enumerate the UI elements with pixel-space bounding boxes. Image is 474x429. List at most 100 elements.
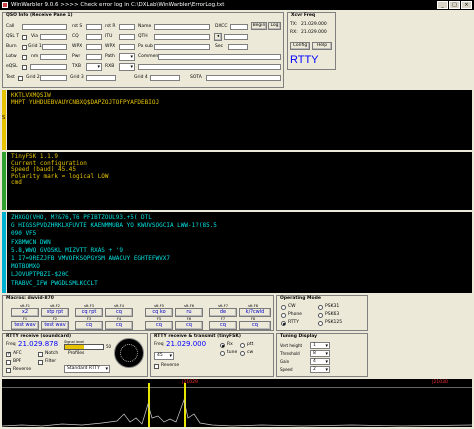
tuning-vert-height-select[interactable]: 1 (310, 342, 330, 349)
transmit-pane[interactable]: KKTLVXMQSIW MHPT YUHDUEBVAUYCNBXQ$DAPZOJ… (7, 90, 472, 150)
mode-psk63-radio[interactable] (318, 313, 323, 318)
macro-button-5[interactable]: cq ko (145, 308, 173, 317)
minimize-button[interactable]: _ (437, 1, 448, 9)
macro-button-16[interactable]: cq (239, 321, 271, 330)
mode-psk31-label: PSK31 (325, 304, 340, 309)
qsl-t-label: QSL T (6, 34, 20, 39)
close-button[interactable]: × (461, 1, 472, 9)
config-button[interactable]: Config (290, 42, 310, 50)
grid3-input[interactable] (86, 75, 116, 81)
receive-pane[interactable]: ZHXGQ(VHO, M?&76,T6 PFIBTZOUL93.+5( DTL … (7, 212, 472, 293)
tuning-gain-select[interactable]: 4 (310, 358, 330, 365)
macro-button-11[interactable]: cq (75, 321, 103, 330)
qth-lookup-button[interactable]: ◂ (214, 33, 222, 41)
wpx2-input[interactable] (119, 44, 135, 50)
sec-input[interactable] (228, 44, 248, 50)
grid2-input[interactable] (40, 75, 67, 81)
rxb-select[interactable] (119, 63, 135, 71)
pwr-input[interactable] (86, 54, 102, 60)
notch-checkbox[interactable] (38, 352, 43, 357)
px-sub-input[interactable] (154, 44, 210, 50)
macro-button-9[interactable]: test wav (11, 321, 39, 330)
burn-checkbox[interactable] (22, 45, 27, 50)
call-input[interactable] (22, 24, 67, 30)
macro-button-4[interactable]: cq (105, 308, 133, 317)
path-select[interactable] (119, 53, 135, 61)
grid1-input[interactable] (42, 44, 67, 50)
tuning-threshold-select[interactable]: 8 (310, 350, 330, 357)
macro-button-7[interactable]: de (209, 308, 237, 317)
macro-button-15[interactable]: cq (209, 321, 237, 330)
cq-label: CQ (72, 34, 79, 39)
test-label: Test (6, 75, 15, 80)
macro-button-2[interactable]: stp rpt (41, 308, 69, 317)
mode-cw-radio[interactable] (281, 305, 286, 310)
waterfall-display[interactable]: |21029 |21030 (2, 379, 472, 427)
itu-label: ITU (105, 34, 113, 39)
via-input[interactable] (40, 34, 67, 40)
eqsl-checkbox[interactable] (22, 65, 27, 70)
macro-button-13[interactable]: cq (145, 321, 173, 330)
wpx-input[interactable] (86, 44, 102, 50)
rst-r-input[interactable] (119, 24, 135, 30)
cq-input[interactable] (86, 34, 102, 40)
via-label: Via (31, 34, 38, 39)
name-input[interactable] (154, 24, 210, 30)
macro-button-3[interactable]: cq rpt (75, 308, 103, 317)
macro-button-10[interactable]: test wav (41, 321, 69, 330)
test-checkbox[interactable] (18, 76, 23, 81)
tune-radio[interactable] (220, 351, 225, 356)
qth-input[interactable] (154, 34, 210, 40)
receive-line-2: G HIGSSPVDZHRKLXFUVTE KAENMMUBA YO KWUVS… (11, 222, 217, 230)
nm-input[interactable] (40, 54, 67, 60)
comment2-input[interactable] (138, 64, 281, 70)
mode-phone-radio[interactable] (281, 313, 286, 318)
macros-header: Macros: dwvid-870 (6, 296, 54, 301)
speed-select[interactable]: 45 (154, 352, 174, 360)
macro-button-14[interactable]: cq (175, 321, 203, 330)
macro-button-8[interactable]: k/?cwld (239, 308, 271, 317)
rst-s-input[interactable] (86, 24, 102, 30)
signal-level-value: 50 (106, 344, 112, 349)
rx-radio[interactable] (220, 343, 225, 348)
reverse-tx-checkbox[interactable] (154, 364, 159, 369)
signal-level-meter (64, 344, 104, 350)
grid2-label: Grid 2 (26, 75, 40, 80)
name-label: Name (138, 24, 152, 29)
wpx-label: WPX (72, 44, 83, 49)
mode-psk31-radio[interactable] (318, 305, 323, 310)
txb-select[interactable] (86, 63, 102, 71)
profile-select[interactable]: Standard RTTY (64, 365, 110, 373)
reverse-rx-checkbox[interactable] (6, 368, 11, 373)
info-pane[interactable]: TinyFSK 1.1.9 Current configuration Spee… (7, 152, 472, 210)
mode-psk125-radio[interactable] (318, 321, 323, 326)
help-button[interactable]: Help (312, 42, 332, 50)
cw-radio[interactable] (240, 351, 245, 356)
qsl-t-checkbox[interactable] (22, 35, 27, 40)
lotw-checkbox[interactable] (22, 55, 27, 60)
macro-button-6[interactable]: ru (175, 308, 203, 317)
tuning-speed-select[interactable]: 2 (310, 366, 330, 373)
itu-input[interactable] (119, 34, 135, 40)
reverse-rx-label: Reverse (13, 367, 32, 372)
ptt-radio[interactable] (240, 343, 245, 348)
sota-input[interactable] (206, 75, 281, 81)
dxcc-input[interactable] (230, 24, 248, 30)
receive-pane-bar (2, 212, 6, 293)
eqsl-input[interactable] (30, 64, 67, 70)
begin-button[interactable]: Begin (251, 22, 267, 30)
dxcc-name-input[interactable] (224, 34, 248, 40)
comment-input[interactable] (158, 54, 281, 60)
rtty-tx-freq: 21.029.000 (166, 340, 207, 348)
grid4-input[interactable] (150, 75, 180, 81)
receive-line-1: ZHXGQ(VHO, M?&76,T6 PFIBTZOUL93.+5( DTL (11, 214, 152, 221)
filter-checkbox[interactable] (38, 360, 43, 365)
macro-button-12[interactable]: cq (105, 321, 133, 330)
bpf-checkbox[interactable] (6, 360, 11, 365)
macro-button-1[interactable]: x2 (11, 308, 39, 317)
afc-checkbox[interactable] (6, 351, 11, 357)
maximize-button[interactable]: □ (449, 1, 460, 9)
log-button[interactable]: Log (268, 22, 281, 30)
tx-freq: 21.029.000 (301, 22, 327, 27)
mode-rtty-radio[interactable] (281, 321, 286, 326)
